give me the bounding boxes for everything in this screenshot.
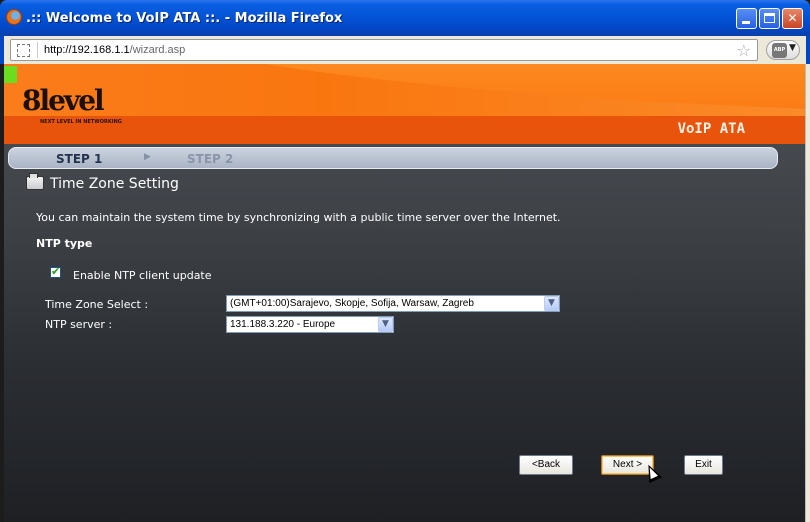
maximize-button[interactable] xyxy=(759,8,780,29)
chevron-down-icon: ▼ xyxy=(382,319,389,329)
vertical-scrollbar[interactable] xyxy=(805,64,810,522)
timezone-select[interactable]: (GMT+01:00)Sarajevo, Skopje, Sofija, War… xyxy=(226,295,560,312)
checkmark-icon: ✔ xyxy=(51,265,61,278)
ntp-type-label: NTP type xyxy=(36,237,93,250)
page-header: 8level NEXT LEVEL IN NETWORKING VoIP ATA xyxy=(4,64,805,144)
page-content: 8level NEXT LEVEL IN NETWORKING VoIP ATA… xyxy=(4,64,805,522)
timezone-dropdown-button[interactable]: ▼ xyxy=(544,296,559,311)
adblock-icon: ABP xyxy=(772,43,787,58)
brand-logo: 8level xyxy=(22,84,105,117)
adblock-button[interactable]: ABP ▼ xyxy=(766,40,800,60)
ntp-server-select[interactable]: 131.188.3.220 - Europe ▼ xyxy=(226,316,394,333)
product-name: VoIP ATA xyxy=(677,121,745,137)
folder-icon xyxy=(26,173,44,190)
step-arrow-icon: ▶ xyxy=(144,152,151,162)
green-marker xyxy=(4,66,17,83)
chevron-down-icon: ▼ xyxy=(548,298,555,308)
section-title-text: Time Zone Setting xyxy=(50,176,179,192)
ntp-server-value: 131.188.3.220 - Europe xyxy=(230,319,336,330)
firefox-icon xyxy=(6,9,22,25)
url-host: http://192.168.1.1 xyxy=(44,44,130,56)
timezone-value: (GMT+01:00)Sarajevo, Skopje, Sofija, War… xyxy=(230,298,474,309)
minimize-button[interactable] xyxy=(736,8,757,29)
ntp-server-dropdown-button[interactable]: ▼ xyxy=(378,317,393,332)
enable-ntp-checkbox[interactable]: ✔ xyxy=(50,265,61,278)
url-path: /wizard.asp xyxy=(129,44,186,56)
url-text[interactable]: http://192.168.1.1/wizard.asp xyxy=(44,44,185,56)
navigation-bar: http://192.168.1.1/wizard.asp ☆ ABP ▼ xyxy=(0,36,810,64)
star-icon[interactable]: ☆ xyxy=(737,41,751,60)
enable-ntp-label: Enable NTP client update xyxy=(73,269,212,282)
chevron-down-icon: ▼ xyxy=(789,43,796,53)
maximize-icon xyxy=(764,13,775,23)
close-button[interactable]: ✕ xyxy=(782,8,803,29)
window-title: .:: Welcome to VoIP ATA ::. - Mozilla Fi… xyxy=(26,11,343,26)
ntp-server-label: NTP server : xyxy=(45,318,113,331)
exit-button[interactable]: Exit xyxy=(684,455,723,475)
step-1: STEP 1 xyxy=(56,152,103,166)
timezone-label: Time Zone Select : xyxy=(45,298,149,311)
mouse-cursor-icon xyxy=(642,461,662,484)
section-title: Time Zone Setting xyxy=(26,173,179,192)
close-icon: ✕ xyxy=(787,11,798,25)
url-bar[interactable]: http://192.168.1.1/wizard.asp ☆ xyxy=(10,39,758,61)
section-description: You can maintain the system time by sync… xyxy=(36,211,561,224)
minimize-icon xyxy=(742,21,750,24)
site-identity-icon[interactable] xyxy=(17,44,30,57)
url-separator xyxy=(37,42,38,58)
wizard-steps: STEP 1 ▶ STEP 2 xyxy=(8,147,778,169)
brand-tagline: NEXT LEVEL IN NETWORKING xyxy=(40,119,122,125)
back-button[interactable]: <Back xyxy=(519,455,573,475)
step-2: STEP 2 xyxy=(187,152,234,166)
window-titlebar: .:: Welcome to VoIP ATA ::. - Mozilla Fi… xyxy=(0,0,810,36)
